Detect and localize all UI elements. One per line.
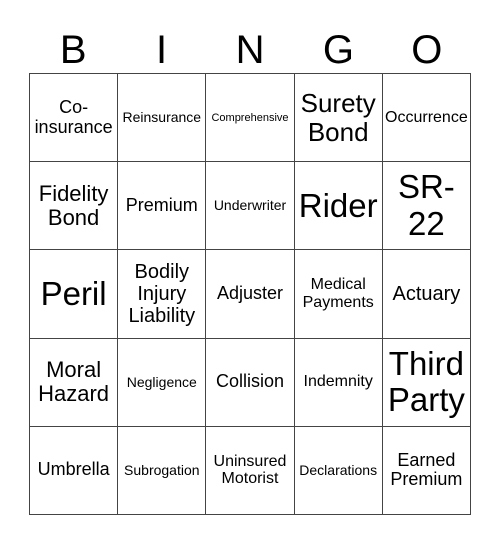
bingo-cell[interactable]: Medical Payments (294, 250, 383, 339)
header-letter-n: N (235, 28, 265, 72)
bingo-cell[interactable]: Subrogation (118, 426, 207, 515)
bingo-cell[interactable]: Third Party (382, 338, 471, 427)
bingo-grid: Co-insurance Reinsurance Comprehensive S… (29, 73, 471, 515)
bingo-cell[interactable]: Rider (294, 162, 383, 251)
bingo-cell[interactable]: Co-insurance (30, 74, 119, 163)
bingo-cell[interactable]: Actuary (382, 250, 471, 339)
bingo-header: B I N G O (29, 30, 471, 70)
bingo-cell[interactable]: Moral Hazard (30, 338, 119, 427)
header-letter-o: O (411, 28, 443, 72)
bingo-cell[interactable]: Adjuster (206, 250, 295, 339)
bingo-cell[interactable]: Surety Bond (294, 74, 383, 163)
header-letter-b: B (59, 28, 87, 72)
header-letter-i: I (156, 28, 168, 72)
bingo-cell[interactable]: Reinsurance (118, 74, 207, 163)
bingo-cell[interactable]: Bodily Injury Liability (118, 250, 207, 339)
header-letter-g: G (322, 28, 354, 72)
bingo-cell[interactable]: Uninsured Motorist (206, 426, 295, 515)
bingo-cell[interactable]: Premium (118, 162, 207, 251)
bingo-cell[interactable]: Occurrence (382, 74, 471, 163)
bingo-cell[interactable]: SR-22 (382, 162, 471, 251)
bingo-cell[interactable]: Peril (30, 250, 119, 339)
bingo-cell[interactable]: Umbrella (30, 426, 119, 515)
bingo-cell[interactable]: Collision (206, 338, 295, 427)
bingo-cell[interactable]: Negligence (118, 338, 207, 427)
bingo-cell[interactable]: Fidelity Bond (30, 162, 119, 251)
bingo-cell[interactable]: Indemnity (294, 338, 383, 427)
bingo-cell[interactable]: Declarations (294, 426, 383, 515)
bingo-cell[interactable]: Comprehensive (206, 74, 295, 163)
bingo-cell[interactable]: Earned Premium (382, 426, 471, 515)
bingo-cell[interactable]: Underwriter (206, 162, 295, 251)
